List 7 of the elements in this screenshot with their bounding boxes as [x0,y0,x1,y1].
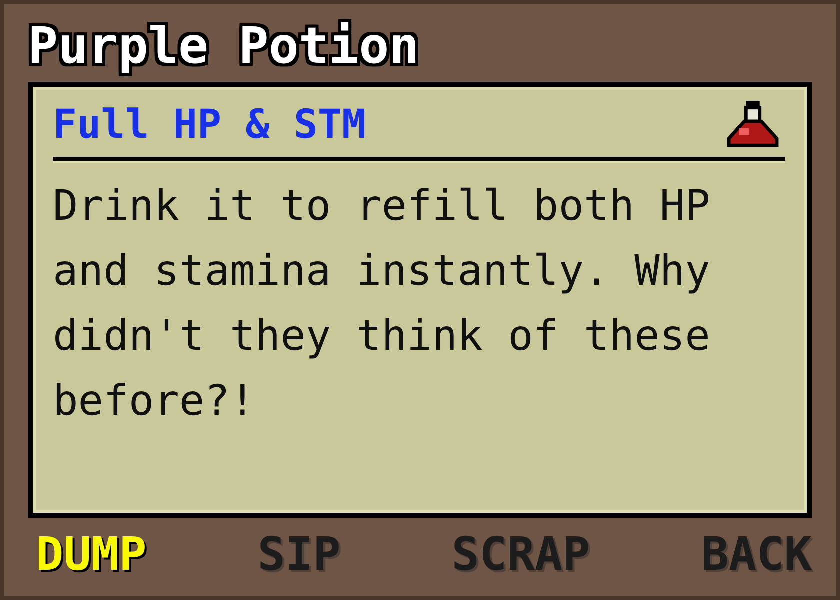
menu-option[interactable]: SIP [258,527,341,581]
menu-option[interactable]: BACK [701,527,812,581]
item-subtitle: Full HP & STM [53,102,366,148]
item-description: Drink it to refill both HP and stamina instantly. Why didn't they think of these before?! [53,180,712,427]
menu-option[interactable]: DUMP [36,527,147,581]
window-title: Purple Potion [28,16,420,77]
menu-option[interactable]: SCRAP [452,527,590,581]
